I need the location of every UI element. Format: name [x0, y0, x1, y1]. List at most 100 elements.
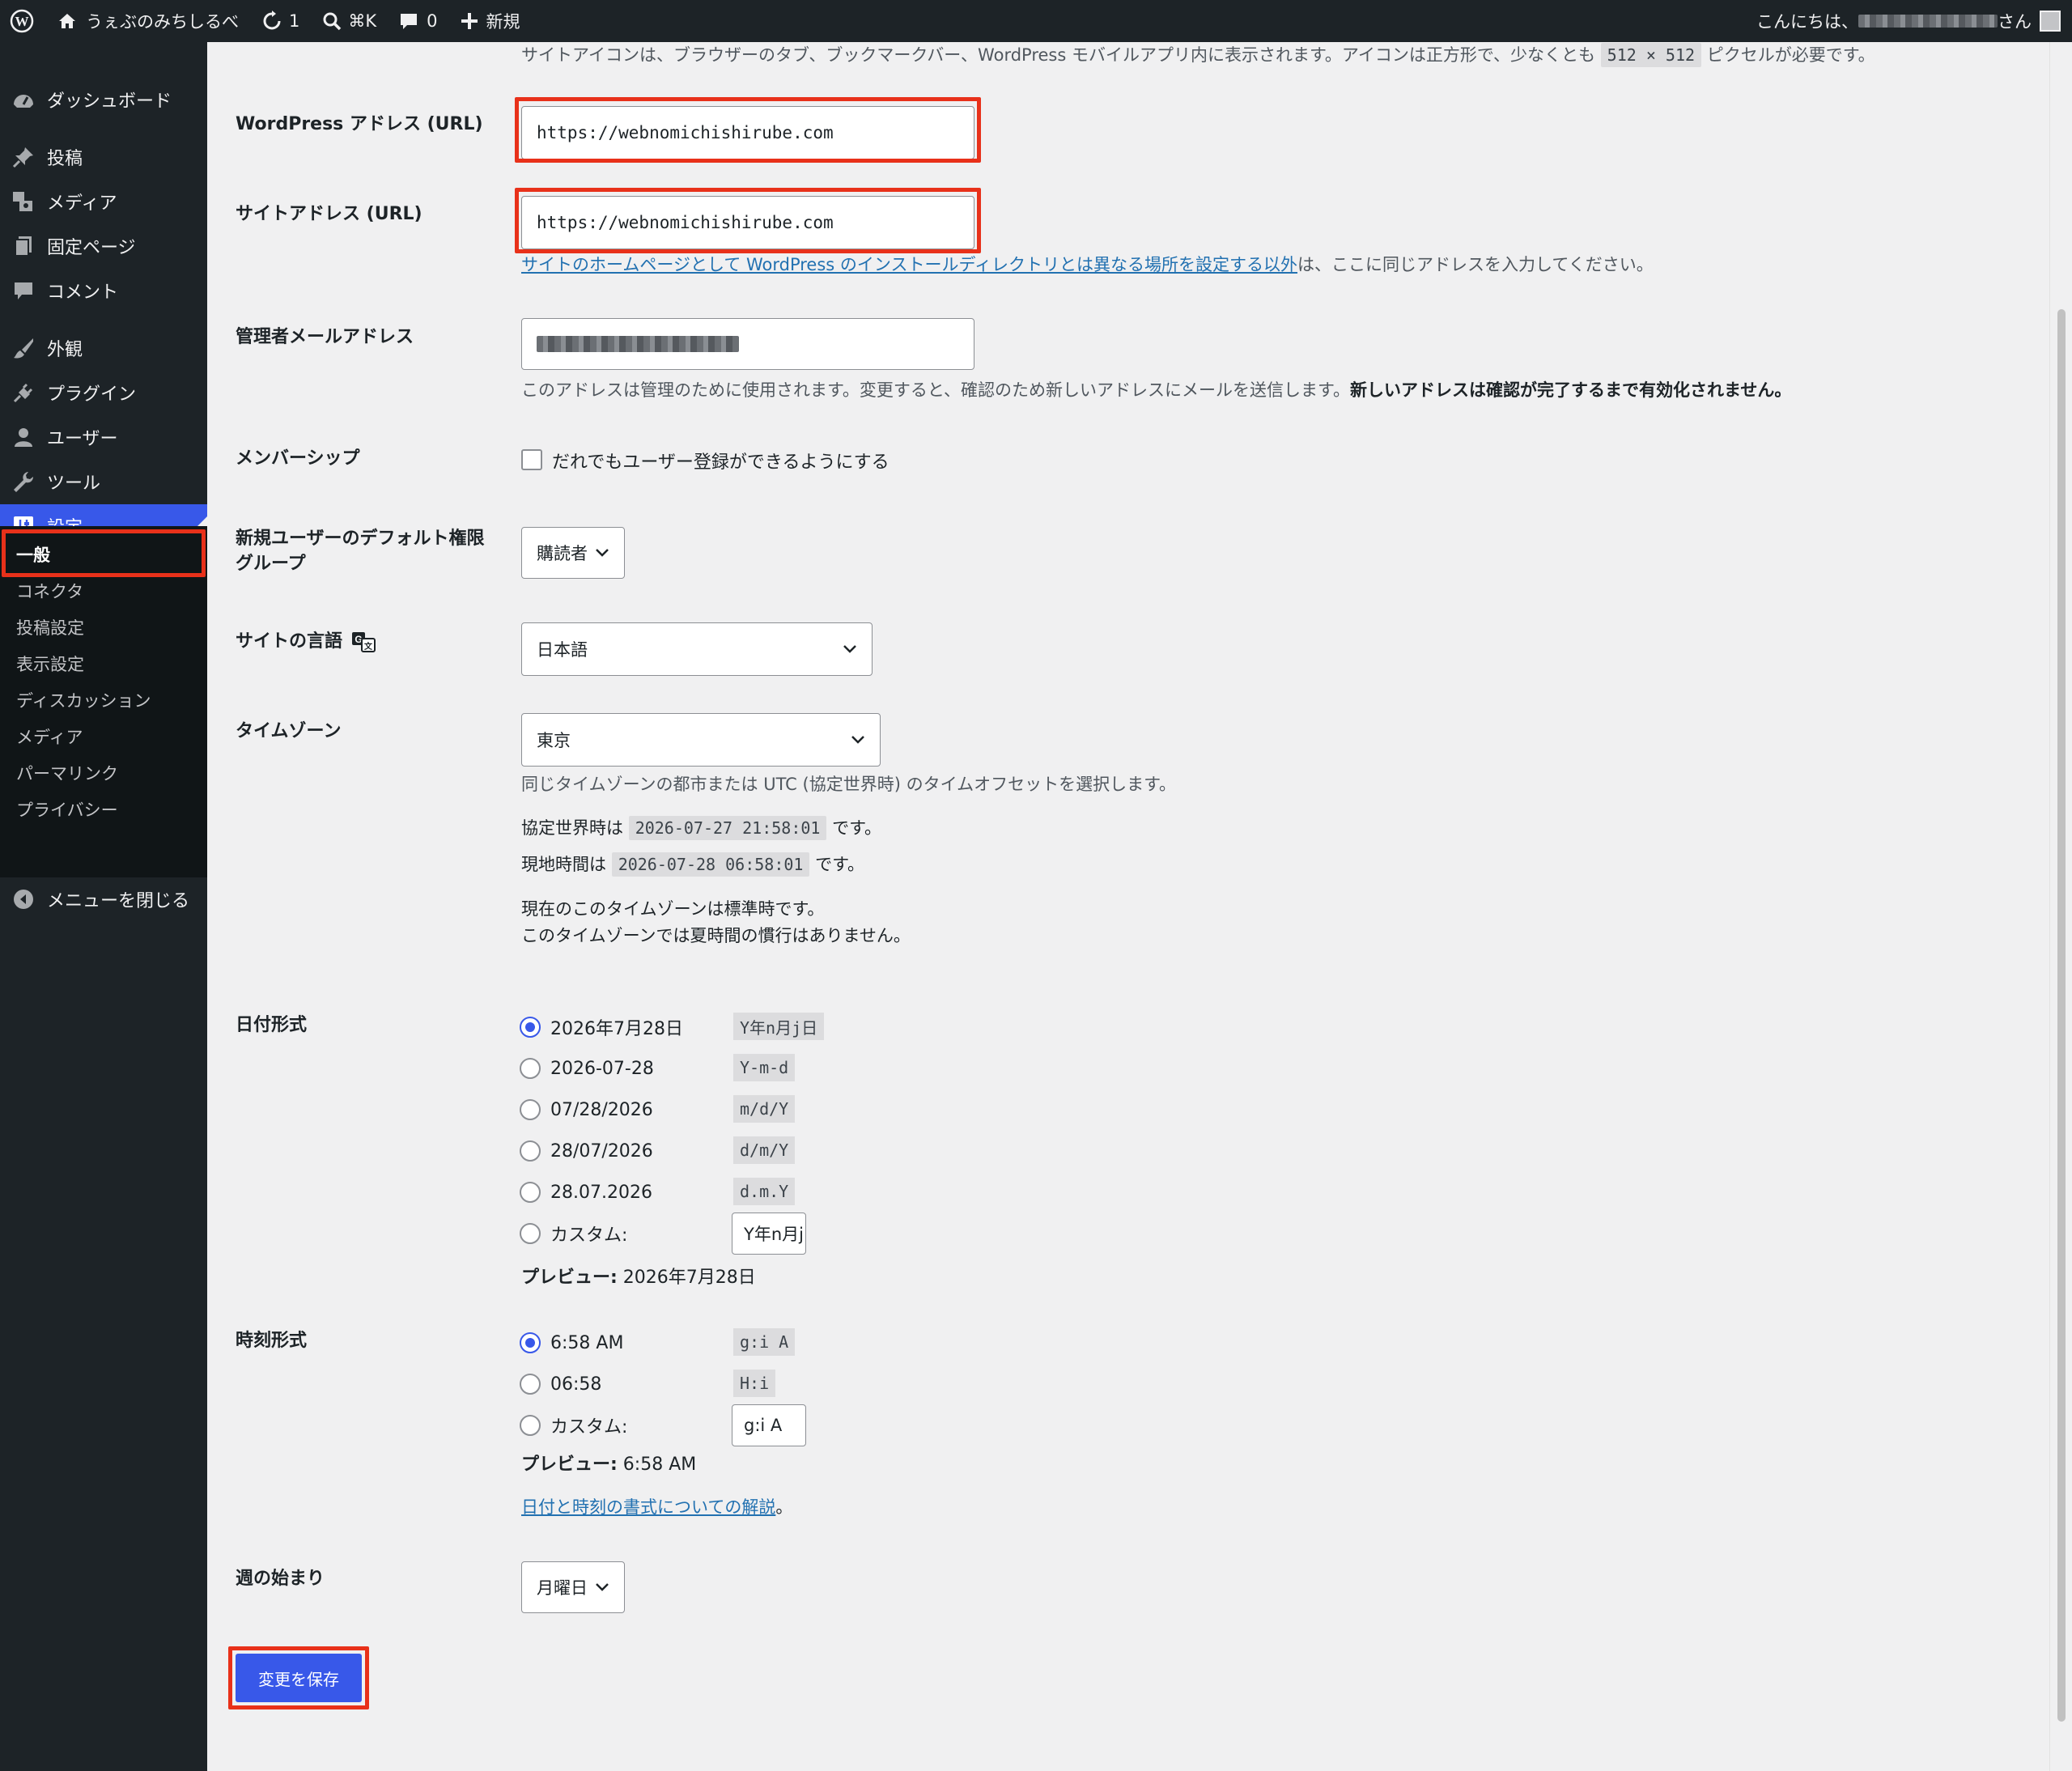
sidebar-item-dashboard[interactable]: ダッシュボード — [0, 78, 207, 121]
radio-button[interactable] — [520, 1099, 541, 1120]
time-format-code: g:i A — [733, 1328, 796, 1356]
submenu-connectors[interactable]: コネクタ — [0, 572, 207, 609]
site-language-select[interactable]: 日本語 — [521, 622, 873, 676]
submenu-reading[interactable]: 表示設定 — [0, 645, 207, 682]
updates-link[interactable]: 1 — [250, 0, 311, 42]
time-format-custom-option[interactable]: カスタム: — [520, 1409, 627, 1442]
sidebar-item-comments[interactable]: コメント — [0, 269, 207, 312]
site-address-label: サイトアドレス (URL) — [236, 204, 422, 224]
radio-button[interactable] — [520, 1140, 541, 1162]
radio-button[interactable] — [520, 1182, 541, 1203]
radio-button[interactable] — [520, 1332, 541, 1353]
submenu-discussion[interactable]: ディスカッション — [0, 682, 207, 718]
admin-sidebar: ダッシュボード 投稿 メディア 固定ページ コメント 外観 プラグイン ユーザー… — [0, 42, 207, 1771]
sidebar-item-label: プラグイン — [47, 384, 137, 405]
settings-general-form: サイトアイコンは、ブラウザーのタブ、ブックマークバー、WordPress モバイ… — [207, 42, 2049, 1771]
sidebar-item-label: ユーザー — [47, 429, 118, 449]
date-format-code: d.m.Y — [733, 1178, 796, 1205]
submenu-writing[interactable]: 投稿設定 — [0, 609, 207, 645]
date-format-code: Y年n月j日 — [733, 1013, 825, 1040]
sidebar-item-users[interactable]: ユーザー — [0, 415, 207, 459]
svg-text:W: W — [15, 14, 29, 29]
dst-line-1: 現在のこのタイムゾーンは標準時です。 — [521, 899, 825, 919]
radio-button[interactable] — [520, 1223, 541, 1244]
updates-count: 1 — [289, 11, 300, 31]
sidebar-item-appearance[interactable]: 外観 — [0, 326, 207, 370]
local-time: 現地時間は 2026-07-28 06:58:01 です。 — [521, 852, 864, 877]
submenu-general[interactable]: 一般 — [0, 536, 207, 572]
site-name-link[interactable]: うぇぶのみちしるべ — [45, 0, 250, 42]
chevron-down-icon — [843, 645, 856, 653]
date-format-label: 日付形式 — [236, 1015, 308, 1035]
membership-checkbox-label[interactable]: だれでもユーザー登録ができるようにする — [552, 448, 890, 474]
site-name: うぇぶのみちしるべ — [86, 12, 239, 32]
chevron-down-icon — [851, 736, 864, 744]
timezone-select[interactable]: 東京 — [521, 713, 881, 767]
format-doc-link[interactable]: 日付と時刻の書式についての解説 — [521, 1497, 775, 1517]
sidebar-item-label: 外観 — [47, 340, 83, 360]
sidebar-item-label: 投稿 — [47, 149, 83, 169]
sidebar-item-plugins[interactable]: プラグイン — [0, 371, 207, 414]
week-start-select[interactable]: 月曜日 — [521, 1561, 625, 1613]
scrollbar[interactable] — [2049, 42, 2072, 1771]
date-format-option[interactable]: 2026年7月28日 — [520, 1011, 683, 1043]
week-start-label: 週の始まり — [236, 1569, 325, 1589]
wordpress-logo-icon[interactable]: W — [0, 0, 45, 42]
radio-button[interactable] — [520, 1374, 541, 1395]
time-format-option[interactable]: 06:58 — [520, 1368, 601, 1400]
default-role-select[interactable]: 購読者 — [521, 527, 625, 579]
sidebar-item-pages[interactable]: 固定ページ — [0, 224, 207, 268]
plugin-icon — [13, 383, 33, 403]
wp-address-label: WordPress アドレス (URL) — [236, 114, 483, 134]
comment-icon — [15, 282, 32, 299]
utc-time: 協定世界時は 2026-07-27 21:58:01 です。 — [521, 815, 881, 840]
date-format-custom-input[interactable]: Y年n月j日 — [732, 1213, 806, 1255]
membership-checkbox[interactable] — [521, 449, 542, 470]
date-format-option[interactable]: 07/28/2026 — [520, 1094, 653, 1126]
scrollbar-thumb[interactable] — [2057, 309, 2066, 1722]
date-format-option[interactable]: 28.07.2026 — [520, 1176, 652, 1208]
site-language-value: 日本語 — [537, 640, 588, 660]
greeting-suffix: さん — [1998, 12, 2032, 32]
chevron-down-icon — [596, 1583, 609, 1591]
my-account[interactable]: こんにちは、 さん — [1756, 0, 2061, 42]
plus-icon — [461, 13, 478, 29]
wrench-icon — [14, 472, 34, 492]
submenu-media[interactable]: メディア — [0, 718, 207, 754]
search-icon — [323, 12, 342, 31]
site-address-description: サイトのホームページとして WordPress のインストールディレクトリとは異… — [521, 255, 1654, 274]
date-format-code: m/d/Y — [733, 1095, 796, 1123]
sidebar-item-posts[interactable]: 投稿 — [0, 135, 207, 179]
collapse-icon — [14, 890, 33, 909]
collapse-menu-button[interactable]: メニューを閉じる — [0, 877, 207, 921]
time-format-custom-input[interactable]: g:i A — [732, 1404, 806, 1446]
wp-address-field[interactable]: https://webnomichishirube.com — [521, 106, 974, 159]
comments-link[interactable]: 0 — [388, 0, 448, 42]
collapse-label: メニューを閉じる — [47, 891, 190, 911]
date-format-code: d/m/Y — [733, 1136, 796, 1164]
admin-email-field[interactable] — [521, 318, 974, 370]
date-format-custom-option[interactable]: カスタム: — [520, 1217, 627, 1250]
time-format-option[interactable]: 6:58 AM — [520, 1327, 623, 1359]
submenu-privacy[interactable]: プライバシー — [0, 791, 207, 827]
save-button[interactable]: 変更を保存 — [236, 1654, 362, 1702]
site-address-field[interactable]: https://webnomichishirube.com — [521, 196, 974, 249]
sidebar-item-label: メディア — [47, 193, 117, 214]
search-link[interactable]: ⌘K — [311, 0, 388, 42]
admin-email-description: このアドレスは管理のために使用されます。変更すると、確認のため新しいアドレスにメ… — [521, 380, 1792, 400]
radio-button[interactable] — [520, 1058, 541, 1079]
sidebar-item-media[interactable]: メディア — [0, 180, 207, 223]
pin-icon — [12, 147, 33, 168]
radio-button[interactable] — [520, 1017, 541, 1038]
page-icon — [15, 236, 32, 257]
settings-submenu: 一般 コネクタ 投稿設定 表示設定 ディスカッション メディア パーマリンク プ… — [0, 526, 207, 877]
date-format-option[interactable]: 28/07/2026 — [520, 1135, 653, 1167]
date-format-option[interactable]: 2026-07-28 — [520, 1052, 654, 1085]
submenu-permalinks[interactable]: パーマリンク — [0, 754, 207, 791]
radio-button[interactable] — [520, 1415, 541, 1436]
new-content-link[interactable]: 新規 — [449, 0, 532, 42]
site-icon-size: 512 × 512 — [1600, 43, 1702, 67]
sidebar-item-tools[interactable]: ツール — [0, 460, 207, 503]
updates-icon — [263, 11, 281, 30]
site-address-help-link[interactable]: サイトのホームページとして WordPress のインストールディレクトリとは異… — [521, 255, 1297, 274]
